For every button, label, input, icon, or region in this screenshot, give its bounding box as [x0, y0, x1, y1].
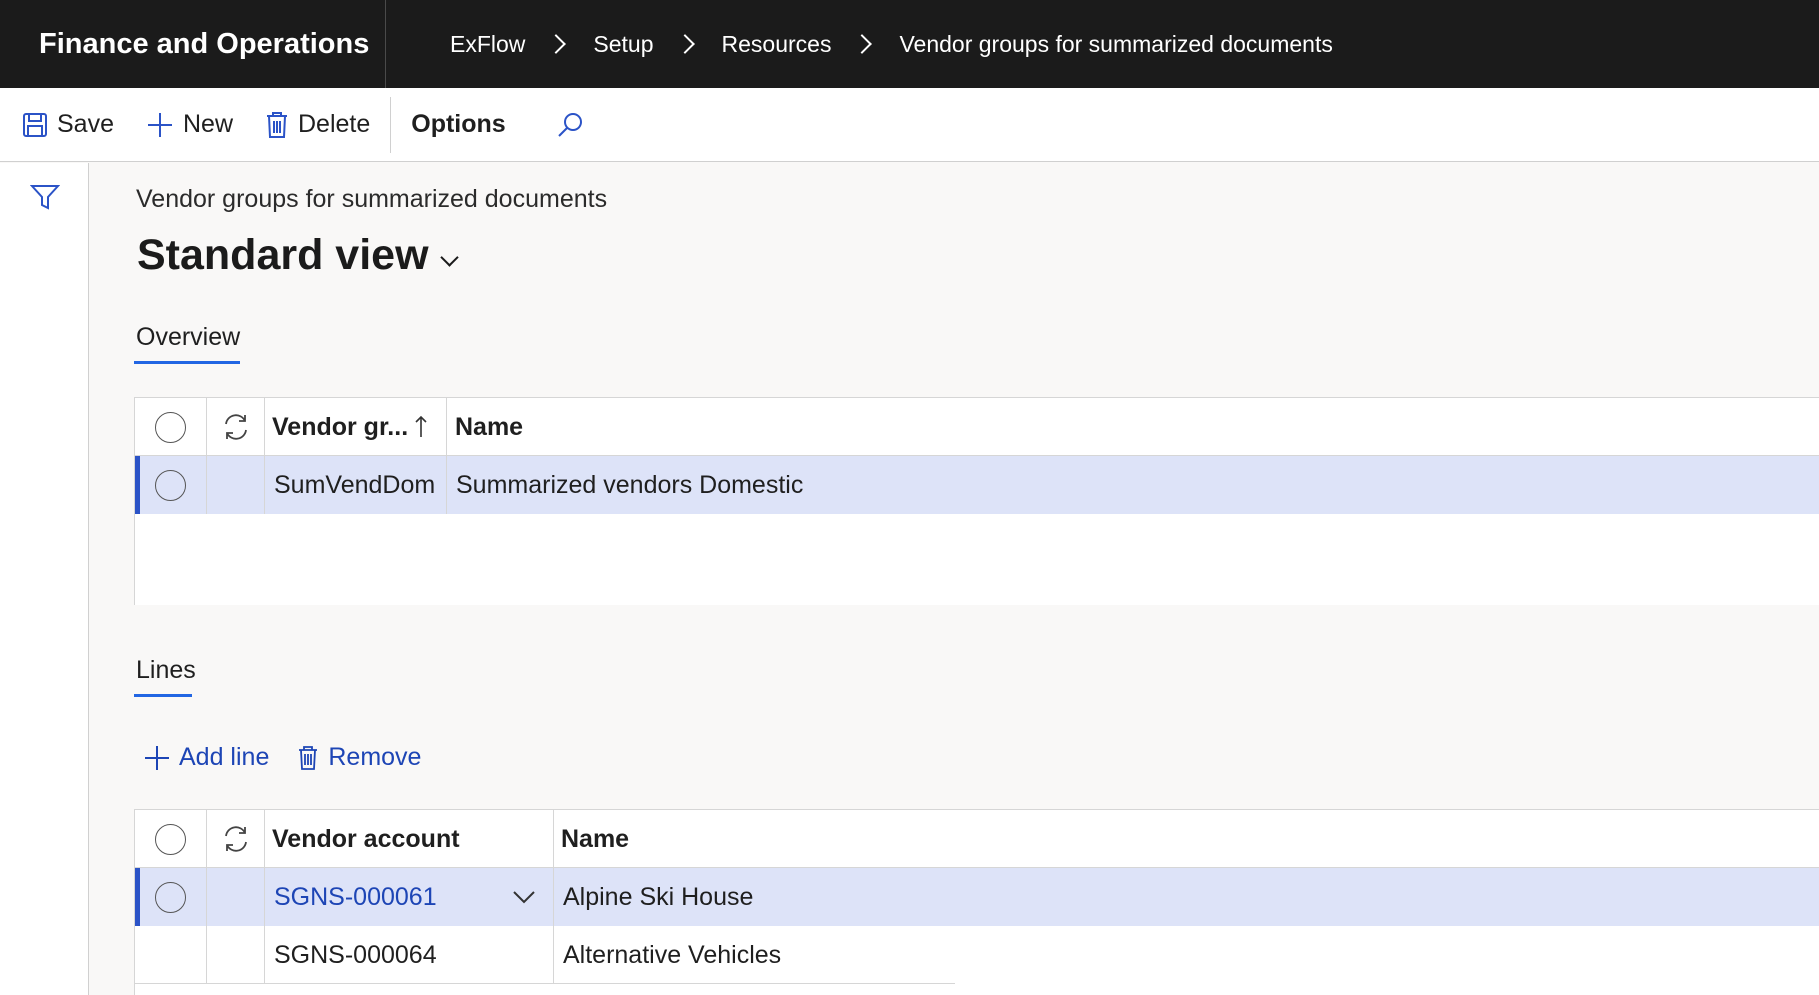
- remove-label: Remove: [328, 743, 422, 771]
- select-all-circle: [155, 411, 186, 443]
- row-checkbox[interactable]: [135, 868, 207, 926]
- column-header-name[interactable]: Name: [554, 810, 1819, 868]
- row-selected-indicator: [135, 868, 140, 926]
- breadcrumb: ExFlow Setup Resources Vendor groups for…: [386, 31, 1333, 58]
- select-all-checkbox[interactable]: [135, 810, 207, 868]
- row-checkbox[interactable]: [135, 456, 207, 514]
- chevron-down-icon: [439, 248, 459, 267]
- save-button[interactable]: Save: [22, 110, 114, 139]
- add-line-button[interactable]: Add line: [144, 743, 269, 772]
- breadcrumb-resources[interactable]: Resources: [722, 31, 832, 58]
- new-label: New: [182, 110, 233, 138]
- column-header-name[interactable]: Name: [447, 398, 1819, 456]
- row-spacer: [207, 868, 265, 926]
- save-label: Save: [57, 110, 114, 138]
- breadcrumb-current-page[interactable]: Vendor groups for summarized documents: [899, 31, 1332, 58]
- filter-pane: [0, 163, 89, 995]
- tab-overview-underline: [134, 361, 240, 364]
- lines-toolbar: Add line Remove: [144, 743, 449, 772]
- action-pane: Save New Delete Options: [0, 88, 1819, 162]
- table-row[interactable]: SGNS-000064 Alternative Vehicles: [135, 926, 955, 984]
- column-header-vendor-group[interactable]: Vendor gr...: [265, 398, 447, 456]
- view-title: Standard view: [137, 231, 429, 279]
- tab-lines[interactable]: Lines: [136, 656, 196, 685]
- main-content: Vendor groups for summarized documents S…: [89, 163, 1819, 995]
- add-line-label: Add line: [179, 743, 270, 771]
- tab-overview[interactable]: Overview: [136, 323, 240, 352]
- search-button[interactable]: [556, 111, 593, 139]
- breadcrumb-exflow[interactable]: ExFlow: [450, 31, 525, 58]
- chevron-right-icon: [546, 34, 567, 54]
- cell-vendor-account[interactable]: SGNS-000061: [274, 883, 437, 912]
- new-button[interactable]: New: [146, 110, 233, 139]
- row-checkbox-circle: [155, 881, 186, 913]
- cell-vendor-account[interactable]: SGNS-000064: [265, 926, 554, 984]
- column-header-vendor-group-label: Vendor gr...: [272, 412, 409, 441]
- refresh-button[interactable]: [207, 810, 265, 868]
- toolbar-divider: [390, 96, 392, 153]
- table-row[interactable]: SumVendDom Summarized vendors Domestic: [135, 456, 1819, 514]
- cell-name[interactable]: Alternative Vehicles: [554, 926, 954, 984]
- chevron-down-icon[interactable]: [513, 890, 535, 904]
- overview-grid-header: Vendor gr... Name: [135, 398, 1819, 456]
- chevron-right-icon: [674, 34, 695, 54]
- row-checkbox[interactable]: [135, 926, 207, 984]
- form-caption: Vendor groups for summarized documents: [136, 185, 608, 213]
- trash-icon: [267, 111, 287, 138]
- row-checkbox-circle: [155, 469, 186, 501]
- save-icon: [23, 112, 47, 137]
- cell-name[interactable]: Alpine Ski House: [554, 868, 954, 926]
- column-header-vendor-account[interactable]: Vendor account: [265, 810, 554, 868]
- row-spacer: [207, 456, 265, 514]
- row-selected-indicator: [135, 456, 140, 514]
- refresh-button[interactable]: [207, 398, 265, 456]
- breadcrumb-setup[interactable]: Setup: [593, 31, 653, 58]
- lines-grid-header: Vendor account Name: [135, 810, 1819, 868]
- plus-icon: [145, 745, 169, 770]
- tab-lines-underline: [134, 694, 192, 697]
- delete-label: Delete: [298, 110, 371, 138]
- refresh-icon: [224, 414, 247, 440]
- trash-icon: [299, 745, 318, 770]
- top-nav-bar: Finance and Operations ExFlow Setup Reso…: [0, 0, 1819, 88]
- vendor-account-lookup[interactable]: SGNS-000061: [265, 868, 554, 926]
- app-title[interactable]: Finance and Operations: [0, 0, 386, 88]
- search-icon: [557, 112, 582, 137]
- overview-grid: Vendor gr... Name SumVendDom Summarized …: [134, 397, 1819, 605]
- delete-button[interactable]: Delete: [265, 110, 370, 139]
- sort-ascending-icon: [415, 415, 427, 437]
- lines-grid: Vendor account Name SGNS-000061 Alpine S…: [134, 809, 1819, 995]
- table-row[interactable]: SGNS-000061 Alpine Ski House: [135, 868, 1819, 926]
- view-selector[interactable]: Standard view: [137, 231, 459, 280]
- filter-icon[interactable]: [30, 183, 60, 211]
- select-all-circle: [155, 823, 186, 855]
- row-spacer: [207, 926, 265, 984]
- refresh-icon: [224, 826, 247, 852]
- cell-vendor-group[interactable]: SumVendDom: [265, 456, 447, 514]
- cell-name[interactable]: Summarized vendors Domestic: [447, 456, 1819, 514]
- remove-button[interactable]: Remove: [297, 743, 421, 772]
- plus-icon: [147, 112, 172, 137]
- chevron-right-icon: [852, 34, 873, 54]
- options-button[interactable]: Options: [411, 110, 505, 139]
- select-all-checkbox[interactable]: [135, 398, 207, 456]
